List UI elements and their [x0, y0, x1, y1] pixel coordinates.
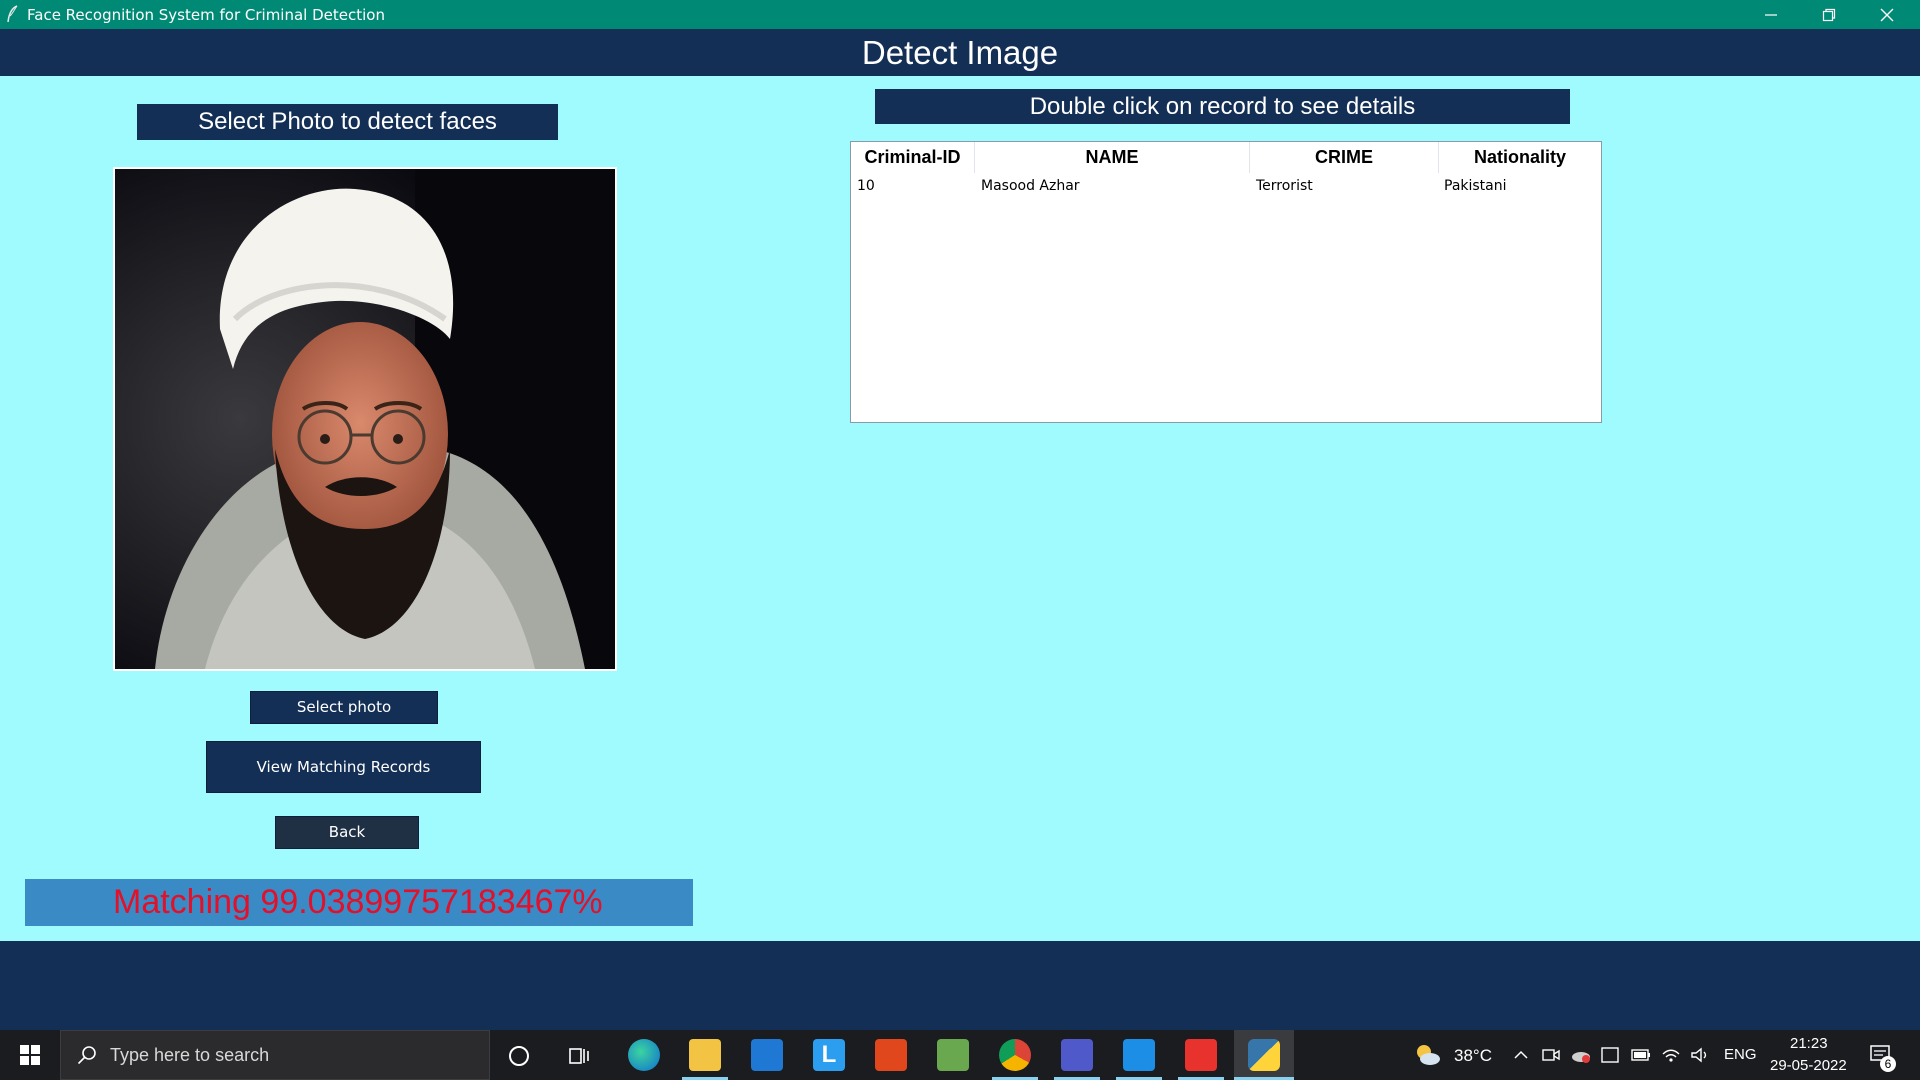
taskbar-search-box[interactable]: Type here to search	[60, 1030, 490, 1080]
chrome-icon[interactable]	[999, 1039, 1031, 1071]
select-photo-button[interactable]: Select photo	[250, 691, 438, 724]
notification-count-badge: 6	[1880, 1056, 1896, 1072]
view-matching-records-button[interactable]: View Matching Records	[206, 741, 481, 793]
weather-temperature[interactable]: 38°C	[1454, 1046, 1492, 1066]
column-header-name[interactable]: NAME	[975, 142, 1250, 173]
bottom-band	[0, 941, 1920, 1030]
back-button[interactable]: Back	[275, 816, 419, 849]
office-icon[interactable]	[875, 1039, 907, 1071]
column-header-criminal-id[interactable]: Criminal-ID	[851, 142, 975, 173]
records-instruction-label: Double click on record to see details	[875, 89, 1570, 124]
chevron-up-icon[interactable]	[1513, 1047, 1529, 1063]
column-header-nationality[interactable]: Nationality	[1439, 142, 1601, 173]
battery-icon[interactable]	[1631, 1048, 1651, 1062]
records-table[interactable]: Criminal-ID NAME CRIME Nationality 10 Ma…	[850, 141, 1602, 423]
cell-crime: Terrorist	[1256, 178, 1313, 194]
clock-date[interactable]: 29-05-2022	[1770, 1057, 1847, 1074]
clock-time[interactable]: 21:23	[1790, 1035, 1828, 1052]
onedrive-icon[interactable]	[1570, 1047, 1592, 1063]
restore-icon	[1822, 8, 1836, 21]
l-app-icon[interactable]: L	[813, 1039, 845, 1071]
selected-photo	[115, 169, 615, 669]
column-header-crime[interactable]: CRIME	[1250, 142, 1439, 173]
photo-frame	[113, 167, 617, 671]
taskbar: Type here to search L 38°C ENG 21:23 29-…	[0, 1030, 1920, 1080]
cell-criminal-id: 10	[857, 178, 875, 194]
minimize-button[interactable]	[1742, 0, 1800, 29]
header-band: Detect Image	[0, 29, 1920, 76]
store-icon[interactable]	[751, 1039, 783, 1071]
close-button[interactable]	[1858, 0, 1916, 29]
python-app-active[interactable]	[1234, 1030, 1294, 1080]
search-placeholder: Type here to search	[110, 1045, 270, 1065]
minimize-icon	[1765, 13, 1777, 16]
close-icon	[1880, 8, 1894, 21]
windows-logo-icon	[20, 1045, 40, 1065]
portrait-image	[115, 169, 615, 669]
task-view-icon[interactable]	[568, 1045, 590, 1067]
anydesk-icon[interactable]	[1185, 1039, 1217, 1071]
start-button[interactable]	[0, 1030, 60, 1080]
vscode-icon[interactable]	[1123, 1039, 1155, 1071]
feather-app-icon	[7, 5, 18, 23]
cell-name: Masood Azhar	[981, 178, 1080, 194]
cortana-icon[interactable]	[508, 1045, 530, 1067]
restore-button[interactable]	[1800, 0, 1858, 29]
page-title: Detect Image	[861, 34, 1059, 71]
wifi-icon[interactable]	[1661, 1046, 1681, 1064]
search-icon	[77, 1046, 96, 1065]
table-header: Criminal-ID NAME CRIME Nationality	[851, 142, 1601, 173]
window-title: Face Recognition System for Criminal Det…	[27, 6, 385, 24]
matching-result: Matching 99.03899757183467%	[25, 879, 693, 926]
edge-icon[interactable]	[628, 1039, 660, 1071]
meet-camera-icon[interactable]	[1542, 1046, 1560, 1064]
language-indicator[interactable]: ENG	[1724, 1046, 1757, 1063]
cell-nationality: Pakistani	[1444, 178, 1507, 194]
window-title-bar: Face Recognition System for Criminal Det…	[0, 0, 1920, 29]
teams-icon[interactable]	[1061, 1039, 1093, 1071]
select-photo-label: Select Photo to detect faces	[137, 104, 558, 140]
volume-icon[interactable]	[1690, 1046, 1710, 1064]
file-explorer-icon[interactable]	[689, 1039, 721, 1071]
photos-icon[interactable]	[937, 1039, 969, 1071]
weather-icon[interactable]	[1414, 1042, 1442, 1068]
python-icon	[1248, 1039, 1280, 1071]
security-icon[interactable]	[1601, 1046, 1619, 1064]
